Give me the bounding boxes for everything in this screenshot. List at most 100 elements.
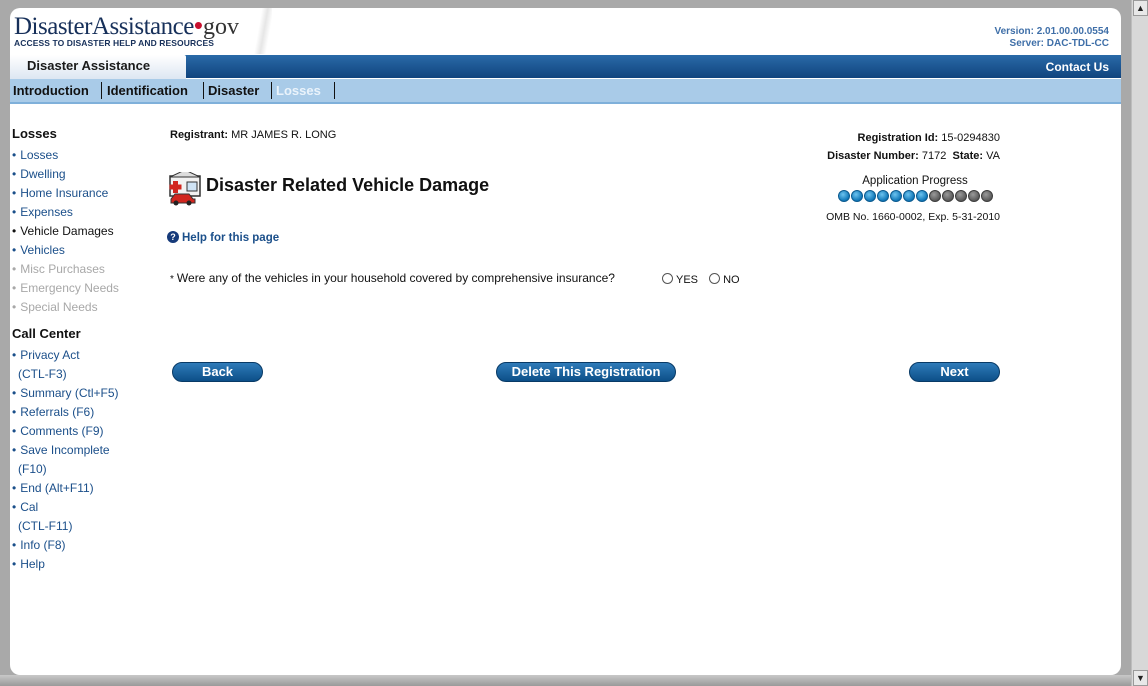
bullet-icon: •	[12, 281, 17, 295]
section-tab-bar: Introduction Identification Disaster Los…	[10, 79, 1121, 104]
sidebar-item-losses[interactable]: • Losses	[12, 148, 162, 167]
progress-step-complete	[876, 190, 889, 202]
help-link-label: Help for this page	[182, 232, 280, 244]
progress-label: Application Progress	[862, 175, 968, 187]
sidebar-item-label: Misc Purchases	[20, 262, 105, 276]
bullet-icon: •	[12, 300, 17, 314]
sidebar-heading-losses: Losses	[12, 126, 57, 141]
tab-disaster[interactable]: Disaster	[208, 83, 259, 98]
tab-divider	[101, 82, 102, 99]
bullet-icon: •	[12, 224, 17, 238]
scroll-up-arrow-icon[interactable]: ▲	[1133, 0, 1148, 16]
no-label: NO	[723, 274, 740, 286]
bullet-icon: •	[12, 348, 17, 362]
sidebar-item-label: Special Needs	[20, 300, 98, 314]
house-car-damage-icon	[169, 172, 201, 206]
sidebar-item-help[interactable]: • Help	[12, 557, 162, 576]
sidebar-item-save-incomplete[interactable]: • Save Incomplete	[12, 443, 162, 462]
tab-introduction[interactable]: Introduction	[13, 83, 89, 98]
sidebar-item-privacy-act[interactable]: • Privacy Act	[12, 348, 162, 367]
help-link[interactable]: ? Help for this page	[167, 231, 279, 244]
page-title: Disaster Related Vehicle Damage	[206, 175, 490, 195]
omb-notice: OMB No. 1660-0002, Exp. 5-31-2010	[826, 211, 1000, 223]
bullet-icon: •	[12, 481, 17, 495]
progress-step-complete	[902, 190, 915, 202]
sidebar-item-cal-key[interactable]: (CTL-F11)	[12, 519, 162, 538]
sidebar-item-summary[interactable]: • Summary (Ctl+F5)	[12, 386, 162, 405]
bullet-icon: •	[12, 243, 17, 257]
progress-step-complete	[889, 190, 902, 202]
comprehensive-insurance-question: * Were any of the vehicles in your househ…	[170, 271, 615, 285]
registration-details: Registration Id: 15-0294830 Disaster Num…	[827, 129, 1000, 165]
bullet-icon: •	[12, 186, 17, 200]
yes-label: YES	[676, 274, 699, 286]
no-radio[interactable]	[709, 273, 721, 284]
vertical-scrollbar[interactable]: ▲ ▼	[1131, 0, 1148, 686]
sidebar-item-save-incomplete-key[interactable]: (F10)	[12, 462, 162, 481]
back-button[interactable]: Back	[172, 362, 263, 382]
bullet-icon: •	[12, 148, 17, 162]
disaster-number-label: Disaster Number:	[827, 150, 919, 162]
site-logo[interactable]: DisasterAssistance•gov ACCESS TO DISASTE…	[14, 10, 254, 56]
sidebar-item-label: Info (F8)	[20, 538, 66, 552]
sidebar-item-expenses[interactable]: • Expenses	[12, 205, 162, 224]
bullet-icon: •	[12, 443, 17, 457]
tab-identification[interactable]: Identification	[107, 83, 188, 98]
registration-id-value: 15-0294830	[941, 132, 1000, 144]
sidebar-item-emergency-needs: • Emergency Needs	[12, 281, 162, 300]
sidebar-item-label: Losses	[20, 148, 59, 162]
required-marker: *	[170, 274, 174, 285]
progress-step-pending	[928, 190, 941, 202]
sidebar-item-vehicles[interactable]: • Vehicles	[12, 243, 162, 262]
sidebar-item-label: Vehicles	[20, 243, 65, 257]
sidebar-item-home-insurance[interactable]: • Home Insurance	[12, 186, 162, 205]
sidebar-item-special-needs: • Special Needs	[12, 300, 162, 319]
application-progress: Application Progress	[830, 175, 1000, 202]
progress-step-complete	[850, 190, 863, 202]
sidebar-item-label: Save Incomplete	[20, 443, 110, 457]
sidebar-nav: Losses • Losses • Dwelling • Home Insurance…	[12, 126, 162, 576]
logo-swoosh	[250, 8, 272, 54]
sidebar-item-comments[interactable]: • Comments (F9)	[12, 424, 162, 443]
sidebar-item-label: Emergency Needs	[20, 281, 119, 295]
sidebar-item-label: Privacy Act	[20, 348, 80, 362]
sidebar-item-label: Comments (F9)	[20, 424, 104, 438]
bullet-icon: •	[12, 262, 17, 276]
tab-losses[interactable]: Losses	[276, 83, 321, 98]
sidebar-item-label: Home Insurance	[20, 186, 109, 200]
sidebar-item-label: Dwelling	[20, 167, 66, 181]
progress-step-pending	[941, 190, 954, 202]
sidebar-item-misc-purchases: • Misc Purchases	[12, 262, 162, 281]
sidebar-item-label: Cal	[20, 500, 39, 514]
progress-step-pending	[980, 190, 993, 202]
tab-divider	[334, 82, 335, 99]
delete-registration-button[interactable]: Delete This Registration	[496, 362, 676, 382]
bullet-icon: •	[12, 538, 17, 552]
sidebar-heading-call-center: Call Center	[12, 326, 81, 341]
progress-step-complete	[915, 190, 928, 202]
tab-divider	[271, 82, 272, 99]
question-text: Were any of the vehicles in your househo…	[176, 271, 615, 285]
next-button[interactable]: Next	[909, 362, 1000, 382]
sidebar-item-end[interactable]: • End (Alt+F11)	[12, 481, 162, 500]
contact-us-link[interactable]: Contact Us	[1046, 60, 1109, 74]
yes-radio[interactable]	[662, 273, 673, 284]
sidebar-item-privacy-act-key[interactable]: (CTL-F3)	[12, 367, 162, 386]
version-text: Version: 2.01.00.00.0554	[994, 26, 1109, 37]
scroll-down-arrow-icon[interactable]: ▼	[1133, 670, 1148, 686]
sidebar-item-referrals[interactable]: • Referrals (F6)	[12, 405, 162, 424]
disaster-number-value: 7172	[921, 150, 947, 162]
state-value: VA	[986, 150, 1000, 162]
logo-dot: •	[193, 10, 203, 40]
progress-dots	[830, 190, 1000, 202]
page-container: DisasterAssistance•gov ACCESS TO DISASTE…	[10, 8, 1121, 675]
sidebar-item-dwelling[interactable]: • Dwelling	[12, 167, 162, 186]
tab-divider	[203, 82, 204, 99]
bullet-icon: •	[12, 205, 17, 219]
sidebar-item-info[interactable]: • Info (F8)	[12, 538, 162, 557]
sidebar-item-cal[interactable]: • Cal	[12, 500, 162, 519]
bullet-icon: •	[12, 557, 17, 571]
sidebar-item-label: End (Alt+F11)	[20, 481, 94, 495]
registrant-name: MR JAMES R. LONG	[231, 129, 337, 141]
insurance-answer-group: YES NO	[662, 273, 740, 286]
